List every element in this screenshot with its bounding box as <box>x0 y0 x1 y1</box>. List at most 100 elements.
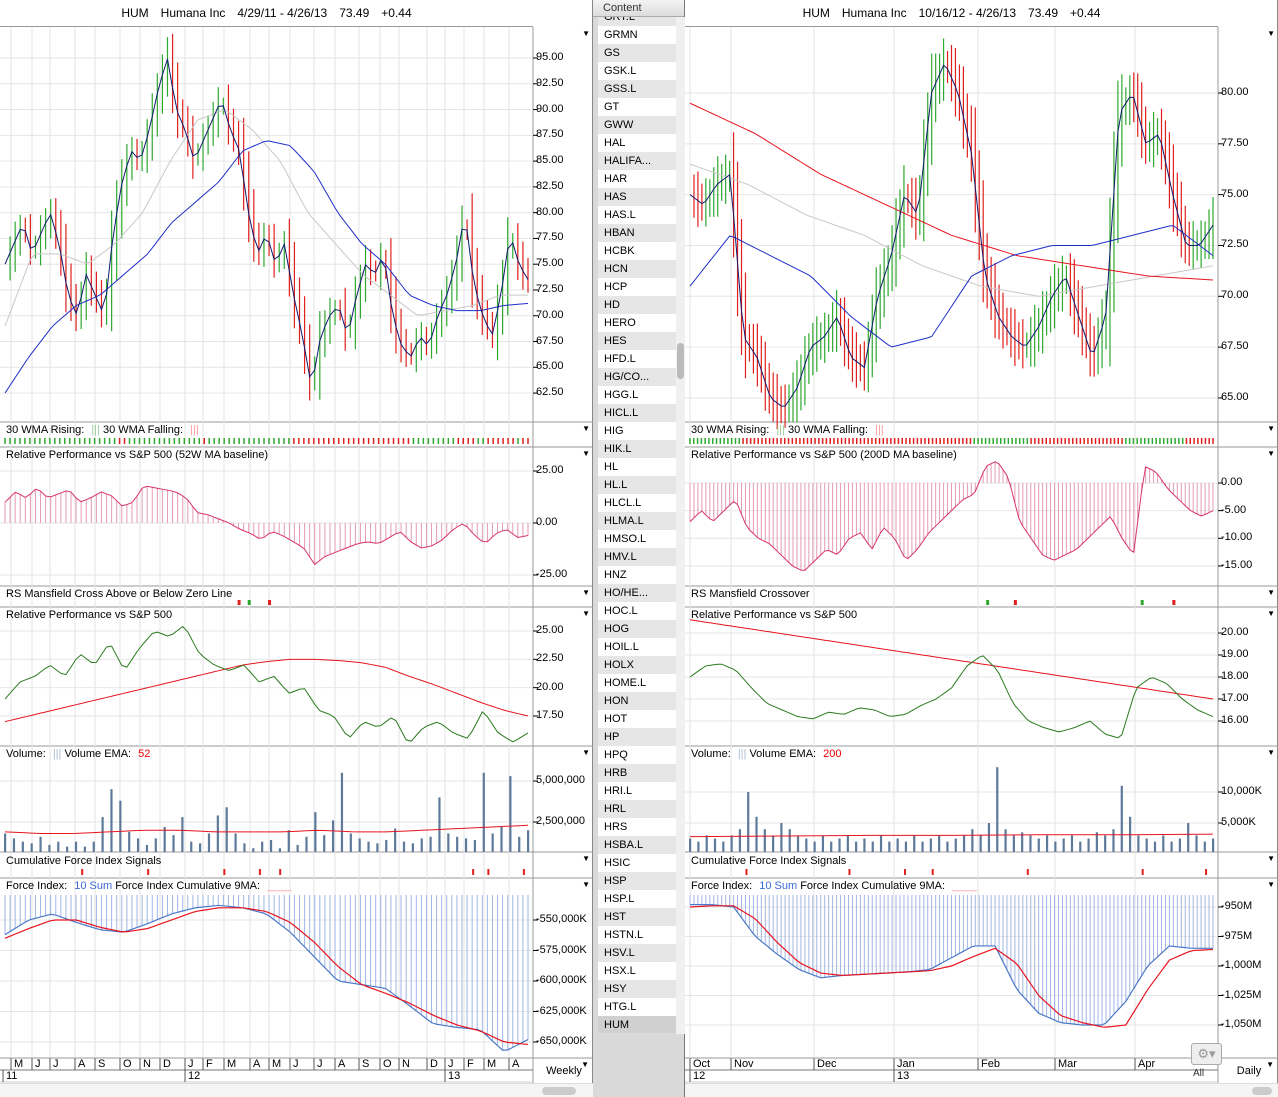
volume-bar <box>1120 785 1123 852</box>
panel-menu-icon[interactable]: ▼ <box>1267 609 1275 618</box>
watchlist-item[interactable]: HOG <box>598 620 678 638</box>
panel-menu-icon[interactable]: ▼ <box>582 29 590 38</box>
watchlist-item[interactable]: HOME.L <box>598 674 678 692</box>
watchlist-item[interactable]: HICL.L <box>598 404 678 422</box>
watchlist-item[interactable]: HRS <box>598 818 678 836</box>
panel-menu-icon[interactable]: ▼ <box>1267 880 1275 889</box>
watchlist-item[interactable]: HCBK <box>598 242 678 260</box>
watchlist-item[interactable]: GS <box>598 44 678 62</box>
watchlist-item[interactable]: HPQ <box>598 746 678 764</box>
watchlist-item[interactable]: GSK.L <box>598 62 678 80</box>
scroll-thumb[interactable] <box>542 1087 576 1095</box>
watchlist-item[interactable]: HRB <box>598 764 678 782</box>
axis-tick-label: -625,000K <box>536 1004 587 1017</box>
watchlist-item[interactable]: GRMN <box>598 26 678 44</box>
year-label: 11 <box>6 1070 18 1082</box>
month-label: M <box>227 1058 237 1070</box>
all-button[interactable]: All <box>1193 1068 1204 1079</box>
watchlist-item[interactable]: HD <box>598 296 678 314</box>
watchlist-item[interactable]: HAS <box>598 188 678 206</box>
watchlist-item[interactable]: HAS.L <box>598 206 678 224</box>
watchlist-item[interactable]: HL <box>598 458 678 476</box>
panel-menu-icon[interactable]: ▼ <box>582 424 590 433</box>
watchlist-item[interactable]: HAL <box>598 134 678 152</box>
watchlist-item[interactable]: HSTN.L <box>598 926 678 944</box>
watchlist-item[interactable]: HUM <box>598 1016 678 1033</box>
watchlist-item[interactable]: HSP.L <box>598 890 678 908</box>
volume-bar <box>154 838 157 852</box>
watchlist-item[interactable]: HMSO.L <box>598 530 678 548</box>
watchlist-item[interactable]: HSV.L <box>598 944 678 962</box>
period-selector[interactable]: Weekly ▼ <box>535 1060 593 1082</box>
watchlist-item[interactable]: HSX.L <box>598 962 678 980</box>
watchlist-item[interactable]: HOC.L <box>598 602 678 620</box>
panel-menu-icon[interactable]: ▼ <box>1267 449 1275 458</box>
watchlist-item[interactable]: HP <box>598 728 678 746</box>
panel-menu-icon[interactable]: ▼ <box>582 588 590 597</box>
watchlist-item[interactable]: HO/HE... <box>598 584 678 602</box>
watchlist-item[interactable]: HIG <box>598 422 678 440</box>
watchlist-item[interactable]: HSY <box>598 980 678 998</box>
volume-bar <box>447 833 450 852</box>
volume-bar <box>83 846 86 852</box>
volume-bar <box>713 838 717 852</box>
watchlist-scrollbar[interactable] <box>676 17 685 1034</box>
panel-menu-icon[interactable]: ▼ <box>582 449 590 458</box>
watchlist-item[interactable]: HOIL.L <box>598 638 678 656</box>
watchlist-item[interactable]: GSS.L <box>598 80 678 98</box>
watchlist-item[interactable]: HAR <box>598 170 678 188</box>
watchlist-item[interactable]: HTG.L <box>598 998 678 1016</box>
watchlist-item[interactable]: HERO <box>598 314 678 332</box>
watchlist-item[interactable]: HSIC <box>598 854 678 872</box>
axis-tick-label: 70.00 <box>1221 289 1249 302</box>
watchlist-item[interactable]: HIK.L <box>598 440 678 458</box>
watchlist-item[interactable]: HOLX <box>598 656 678 674</box>
watchlist-item[interactable]: HG/CO... <box>598 368 678 386</box>
volume-bar <box>1029 835 1032 852</box>
scroll-thumb[interactable] <box>1252 1087 1272 1095</box>
scroll-thumb[interactable] <box>677 343 684 379</box>
watchlist-item[interactable]: HES <box>598 332 678 350</box>
panel-menu-icon[interactable]: ▼ <box>582 748 590 757</box>
panel-menu-icon[interactable]: ▼ <box>582 854 590 863</box>
watchlist-item[interactable]: HLMA.L <box>598 512 678 530</box>
panel-menu-icon[interactable]: ▼ <box>582 609 590 618</box>
panel-menu-icon[interactable]: ▼ <box>1267 29 1275 38</box>
watchlist-item[interactable]: HALIFA... <box>598 152 678 170</box>
gear-menu-button[interactable]: ⚙▾ <box>1191 1043 1222 1065</box>
cfi-signal-mark <box>522 869 525 875</box>
watchlist-item[interactable]: HON <box>598 692 678 710</box>
weekly-chart[interactable]: HUM Humana Inc 4/29/11 - 4/26/13 73.49 +0.44… <box>0 0 593 1097</box>
watchlist-item[interactable]: HSP <box>598 872 678 890</box>
watchlist-item[interactable]: HFD.L <box>598 350 678 368</box>
panel-menu-icon[interactable]: ▼ <box>1267 854 1275 863</box>
panel-menu-icon[interactable]: ▼ <box>1267 424 1275 433</box>
panel-menu-icon[interactable]: ▼ <box>1267 588 1275 597</box>
daily-chart[interactable]: HUM Humana Inc 10/16/12 - 4/26/13 73.49 +0.4… <box>685 0 1278 1097</box>
panel-menu-icon[interactable]: ▼ <box>582 880 590 889</box>
watchlist-item[interactable]: HLCL.L <box>598 494 678 512</box>
axis-tick-label: -600,000K <box>536 974 587 986</box>
watchlist-item[interactable]: HOT <box>598 710 678 728</box>
watchlist-header[interactable]: Content <box>593 0 684 17</box>
watchlist-item[interactable]: HMV.L <box>598 548 678 566</box>
watchlist[interactable]: GRT.L GRMN GS GSK.L GSS.L GT GWW HAL HALIFA... HA… <box>598 8 678 1033</box>
panel-menu-icon[interactable]: ▼ <box>1267 748 1275 757</box>
volume-bar <box>269 840 273 852</box>
period-selector[interactable]: Daily ▼ <box>1220 1060 1278 1082</box>
watchlist-item[interactable]: GWW <box>598 116 678 134</box>
watchlist-item[interactable]: HCP <box>598 278 678 296</box>
watchlist-item[interactable]: HNZ <box>598 566 678 584</box>
watchlist-item[interactable]: GT <box>598 98 678 116</box>
watchlist-item[interactable]: HCN <box>598 260 678 278</box>
watchlist-item[interactable]: HRL <box>598 800 678 818</box>
watchlist-item[interactable]: HRI.L <box>598 782 678 800</box>
watchlist-item[interactable]: HBAN <box>598 224 678 242</box>
watchlist-item[interactable]: HST <box>598 908 678 926</box>
watchlist-item[interactable]: HL.L <box>598 476 678 494</box>
watchlist-item[interactable]: HSBA.L <box>598 836 678 854</box>
chart-scrollbar[interactable] <box>0 1083 593 1097</box>
chart-scrollbar[interactable] <box>685 1083 1278 1097</box>
watchlist-item[interactable]: HGG.L <box>598 386 678 404</box>
axis-tick-label: 0.00 <box>1221 476 1243 488</box>
